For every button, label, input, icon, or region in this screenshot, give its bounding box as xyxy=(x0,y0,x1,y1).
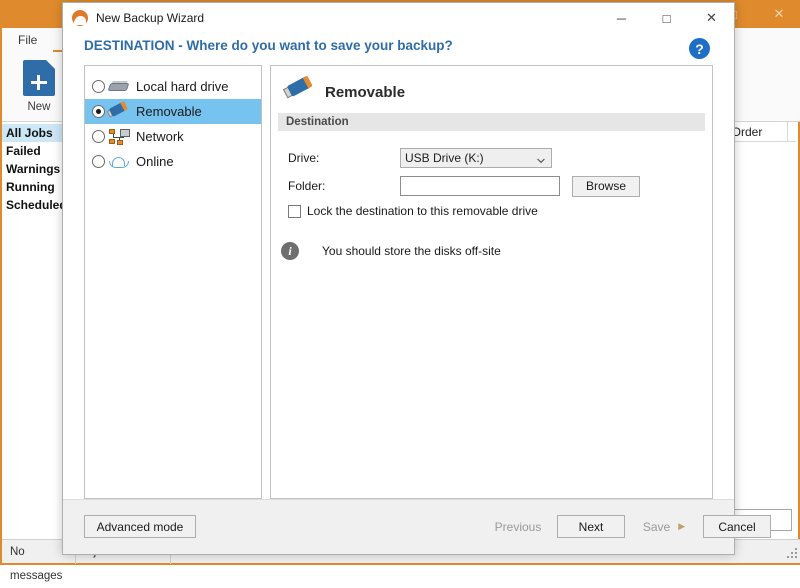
usb-drive-icon xyxy=(282,75,315,106)
pane-header: Removable xyxy=(282,75,406,106)
destination-type-list: Local hard drive Removable Network Onlin… xyxy=(84,65,262,499)
cloud-app-icon xyxy=(72,10,88,26)
drive-select-value: USB Drive (K:) xyxy=(405,151,484,165)
info-message-row: i You should store the disks off-site xyxy=(281,242,501,260)
new-job-icon xyxy=(23,60,55,96)
wizard-titlebar[interactable]: New Backup Wizard ─ □ ✕ xyxy=(63,3,734,33)
destination-label-removable: Removable xyxy=(136,104,202,119)
lock-destination-row[interactable]: Lock the destination to this removable d… xyxy=(288,204,538,218)
plus-vertical xyxy=(37,75,40,90)
save-dropdown-arrow-icon[interactable]: ▶ xyxy=(678,521,685,532)
radio-online[interactable] xyxy=(92,155,105,168)
usb-drive-icon xyxy=(106,100,130,122)
folder-input[interactable] xyxy=(400,176,560,196)
wizard-body: Local hard drive Removable Network Onlin… xyxy=(84,65,713,499)
radio-local-hard-drive[interactable] xyxy=(92,80,105,93)
wizard-title: New Backup Wizard xyxy=(96,11,205,25)
wizard-minimize-button[interactable]: ─ xyxy=(599,3,644,33)
previous-button[interactable]: Previous xyxy=(484,515,552,538)
radio-removable[interactable] xyxy=(92,105,105,118)
network-icon xyxy=(108,127,130,147)
wizard-close-button[interactable]: ✕ xyxy=(689,3,734,33)
folder-label: Folder: xyxy=(288,179,326,193)
destination-settings-pane: Removable Destination Drive: USB Drive (… xyxy=(270,65,713,499)
resize-grip-icon[interactable] xyxy=(785,546,799,560)
drive-select[interactable]: USB Drive (K:) xyxy=(400,148,552,168)
wizard-maximize-button[interactable]: □ xyxy=(644,3,689,33)
wizard-header: DESTINATION - Where do you want to save … xyxy=(63,33,734,65)
ribbon-new-label: New xyxy=(27,101,51,113)
folder-row: Folder: Browse xyxy=(288,175,702,197)
browse-button[interactable]: Browse xyxy=(572,175,640,197)
cloud-icon xyxy=(108,152,130,172)
hard-drive-icon xyxy=(107,77,130,97)
destination-option-local-hard-drive[interactable]: Local hard drive xyxy=(85,74,261,99)
save-button-label: Save xyxy=(642,519,671,534)
page-title: DESTINATION - Where do you want to save … xyxy=(84,38,453,53)
destination-option-removable[interactable]: Removable xyxy=(85,99,261,124)
save-button[interactable]: Save ▶ xyxy=(630,515,698,538)
info-message-text: You should store the disks off-site xyxy=(322,244,501,258)
wizard-footer: Advanced mode Previous Next Save ▶ Cance… xyxy=(63,499,771,554)
ribbon-new-button[interactable]: New xyxy=(10,56,68,113)
destination-option-online[interactable]: Online xyxy=(85,149,261,174)
destination-option-network[interactable]: Network xyxy=(85,124,261,149)
section-header-destination: Destination xyxy=(278,113,705,131)
lock-destination-checkbox[interactable] xyxy=(288,204,301,218)
destination-label-local-hard-drive: Local hard drive xyxy=(136,79,229,94)
pane-title: Removable xyxy=(325,83,406,101)
lock-destination-label: Lock the destination to this removable d… xyxy=(307,204,538,218)
chevron-down-icon xyxy=(537,154,545,164)
info-icon: i xyxy=(281,242,299,260)
drive-label: Drive: xyxy=(288,151,320,165)
advanced-mode-button[interactable]: Advanced mode xyxy=(84,515,196,538)
destination-label-network: Network xyxy=(136,129,184,144)
next-button[interactable]: Next xyxy=(557,515,625,538)
radio-network[interactable] xyxy=(92,130,105,143)
destination-label-online: Online xyxy=(136,154,174,169)
tab-file[interactable]: File xyxy=(2,28,53,52)
app-close-button[interactable]: ✕ xyxy=(756,0,800,28)
wizard-window-buttons: ─ □ ✕ xyxy=(599,3,734,33)
help-icon[interactable]: ? xyxy=(689,38,710,59)
cancel-button[interactable]: Cancel xyxy=(703,515,771,538)
new-backup-wizard-dialog: New Backup Wizard ─ □ ✕ DESTINATION - Wh… xyxy=(62,2,771,555)
drive-row: Drive: USB Drive (K:) xyxy=(288,147,702,169)
